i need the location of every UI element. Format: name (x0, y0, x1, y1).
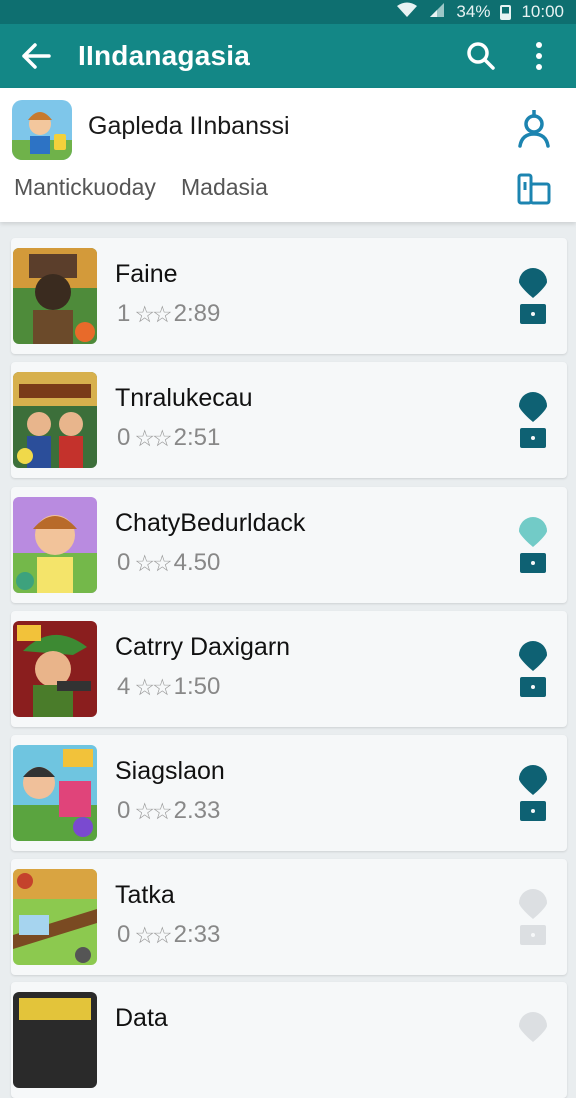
device-button[interactable] (516, 172, 552, 211)
page-title: IIndanagasia (78, 40, 251, 71)
device-icon (517, 173, 551, 205)
list-item[interactable]: ChatyBedurldack 0 ☆☆ 4.50 (11, 487, 567, 603)
item-title: Catrry Daxigarn (115, 633, 291, 661)
signal-icon (428, 2, 446, 23)
app-name: Gapleda IInbanssi (88, 112, 290, 140)
game-thumbnail (13, 745, 97, 841)
search-icon (467, 42, 495, 70)
item-title: Tnralukecau (115, 384, 253, 412)
item-title: Faine (115, 260, 178, 288)
game-thumbnail (13, 497, 97, 593)
header-subtitle-developer[interactable]: Mantickuoday (14, 174, 156, 201)
search-button[interactable] (452, 24, 510, 88)
list-item[interactable]: Tnralukecau 0 ☆☆ 2:51 (11, 362, 567, 478)
list-item[interactable]: Data (11, 982, 567, 1098)
download-pin-button[interactable] (517, 889, 549, 952)
star-icon: ☆☆ (134, 424, 172, 451)
item-count: 1 (117, 300, 131, 327)
download-pin-button[interactable] (517, 268, 549, 331)
list-item[interactable]: Catrry Daxigarn 4 ☆☆ 1:50 (11, 611, 567, 727)
item-title: ChatyBedurldack (115, 509, 306, 537)
more-options-button[interactable] (510, 24, 568, 88)
location-pin-icon (519, 392, 547, 448)
star-icon: ☆☆ (134, 673, 172, 700)
location-pin-icon (519, 765, 547, 821)
star-icon: ☆☆ (134, 797, 172, 824)
item-count: 0 (117, 424, 131, 451)
item-score: 2:89 (173, 300, 221, 327)
back-button[interactable] (0, 24, 72, 88)
list-item[interactable]: Faine 1 ☆☆ 2:89 (11, 238, 567, 354)
item-rating: 0 ☆☆ 4.50 (117, 549, 220, 577)
item-rating: 1 ☆☆ 2:89 (117, 300, 220, 328)
person-icon (518, 108, 550, 148)
item-score: 2.33 (173, 797, 221, 824)
star-icon: ☆☆ (134, 921, 172, 948)
location-pin-icon (519, 1012, 547, 1042)
star-icon: ☆☆ (134, 549, 172, 576)
location-pin-icon (519, 268, 547, 324)
game-thumbnail (13, 869, 97, 965)
download-pin-button[interactable] (517, 392, 549, 455)
game-thumbnail (13, 992, 97, 1088)
item-rating: 4 ☆☆ 1:50 (117, 673, 220, 701)
download-pin-button[interactable] (517, 517, 549, 580)
item-score: 2:33 (173, 921, 221, 948)
profile-button[interactable] (514, 108, 554, 155)
item-count: 0 (117, 921, 131, 948)
item-score: 2:51 (173, 424, 221, 451)
back-arrow-icon (22, 43, 51, 69)
more-vert-icon (536, 42, 542, 70)
app-bar: IIndanagasia (0, 24, 576, 88)
list-item[interactable]: Siagslaon 0 ☆☆ 2.33 (11, 735, 567, 851)
item-score: 4.50 (173, 549, 221, 576)
download-pin-button[interactable] (517, 1012, 549, 1075)
app-icon (12, 100, 72, 160)
header-subtitle-region[interactable]: Madasia (181, 174, 268, 201)
location-pin-icon (519, 641, 547, 697)
item-title: Data (115, 1004, 168, 1032)
list-item[interactable]: Tatka 0 ☆☆ 2:33 (11, 859, 567, 975)
download-pin-button[interactable] (517, 641, 549, 704)
item-count: 0 (117, 549, 131, 576)
item-rating: 0 ☆☆ 2.33 (117, 797, 220, 825)
game-thumbnail (13, 621, 97, 717)
item-score: 1:50 (173, 673, 221, 700)
item-count: 4 (117, 673, 131, 700)
star-icon: ☆☆ (134, 300, 172, 327)
item-title: Siagslaon (115, 757, 225, 785)
battery-icon (500, 4, 512, 20)
game-thumbnail (13, 372, 97, 468)
location-pin-icon (519, 889, 547, 945)
app-header-card: Gapleda IInbanssi Mantickuoday Madasia (0, 88, 576, 222)
location-pin-icon (519, 517, 547, 573)
battery-level: 34% (456, 2, 491, 21)
item-rating: 0 ☆☆ 2:33 (117, 921, 220, 949)
download-pin-button[interactable] (517, 765, 549, 828)
item-count: 0 (117, 797, 131, 824)
clock: 10:00 (521, 2, 564, 21)
wifi-icon (396, 2, 418, 23)
item-rating: 0 ☆☆ 2:51 (117, 424, 220, 452)
game-thumbnail (13, 248, 97, 344)
status-bar: 34% 10:00 (0, 0, 576, 24)
item-title: Tatka (115, 881, 175, 909)
